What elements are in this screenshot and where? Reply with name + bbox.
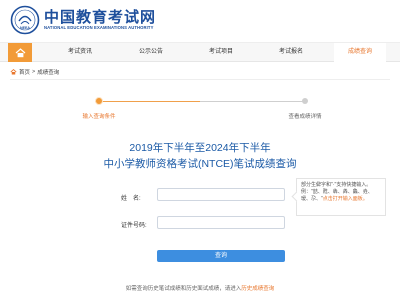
rare-character-tip: 部分生僻字和"·"支持快捷输入。例："喆、甦、犇、羴、鱻、垚、瑷、尕、"点击打开… — [296, 178, 386, 216]
step-2-dot — [302, 98, 308, 104]
history-score-link[interactable]: 历史成绩查询 — [241, 286, 274, 292]
page-title: 中小学教师资格考试(NTCE)笔试成绩查询 — [103, 158, 297, 170]
step-progress-line — [95, 101, 200, 102]
query-button[interactable]: 查询 — [157, 250, 285, 262]
id-number-label: 证件号码: — [121, 223, 147, 229]
step-1-dot — [95, 97, 103, 105]
step-pending-line — [200, 101, 305, 102]
breadcrumb-home[interactable]: 首页 — [19, 68, 30, 76]
site-header: NEEA 中国教育考试网 NATIONAL EDUCATION EXAMINAT… — [0, 0, 400, 40]
main-nav: 考试资讯 公示公告 考试项目 考试报名 成绩查询 — [0, 42, 400, 62]
nav-item-exam-projects[interactable]: 考试项目 — [209, 43, 233, 62]
input-panel-link[interactable]: 点击打开输入面板。 — [323, 196, 368, 202]
name-label: 姓 名: — [121, 196, 141, 202]
nav-item-registration[interactable]: 考试报名 — [279, 43, 303, 62]
history-note-text: 如需查询历史笔试成绩和历史面试成绩，请进入 — [125, 286, 242, 292]
name-input[interactable] — [157, 188, 285, 201]
home-icon — [15, 47, 25, 57]
nav-home-button[interactable] — [8, 43, 32, 62]
site-subtitle: NATIONAL EDUCATION EXAMINATIONS AUTHORIT… — [44, 25, 154, 30]
svg-text:NEEA: NEEA — [20, 26, 30, 30]
breadcrumb-separator: > — [32, 69, 36, 75]
home-icon — [10, 69, 17, 75]
divider — [10, 79, 390, 80]
step-indicator: 输入查询条件 查看成绩详情 — [0, 94, 400, 124]
history-note: 如需查询历史笔试成绩和历史面试成绩，请进入历史成绩查询 — [0, 284, 400, 292]
breadcrumb: 首页 > 成绩查询 — [10, 67, 59, 77]
neea-logo-icon[interactable]: NEEA — [10, 5, 40, 35]
breadcrumb-current: 成绩查询 — [37, 70, 60, 76]
step-2-label: 查看成绩详情 — [288, 114, 322, 120]
step-1-label: 输入查询条件 — [82, 114, 116, 120]
nav-item-exam-news[interactable]: 考试资讯 — [68, 43, 92, 62]
nav-item-score-query[interactable]: 成绩查询 — [334, 43, 386, 62]
nav-item-announcements[interactable]: 公示公告 — [139, 43, 163, 62]
id-number-input[interactable] — [157, 216, 285, 229]
page-title-period: 2019年下半年至2024年下半年 — [129, 142, 271, 154]
site-title[interactable]: 中国教育考试网 — [44, 6, 156, 27]
